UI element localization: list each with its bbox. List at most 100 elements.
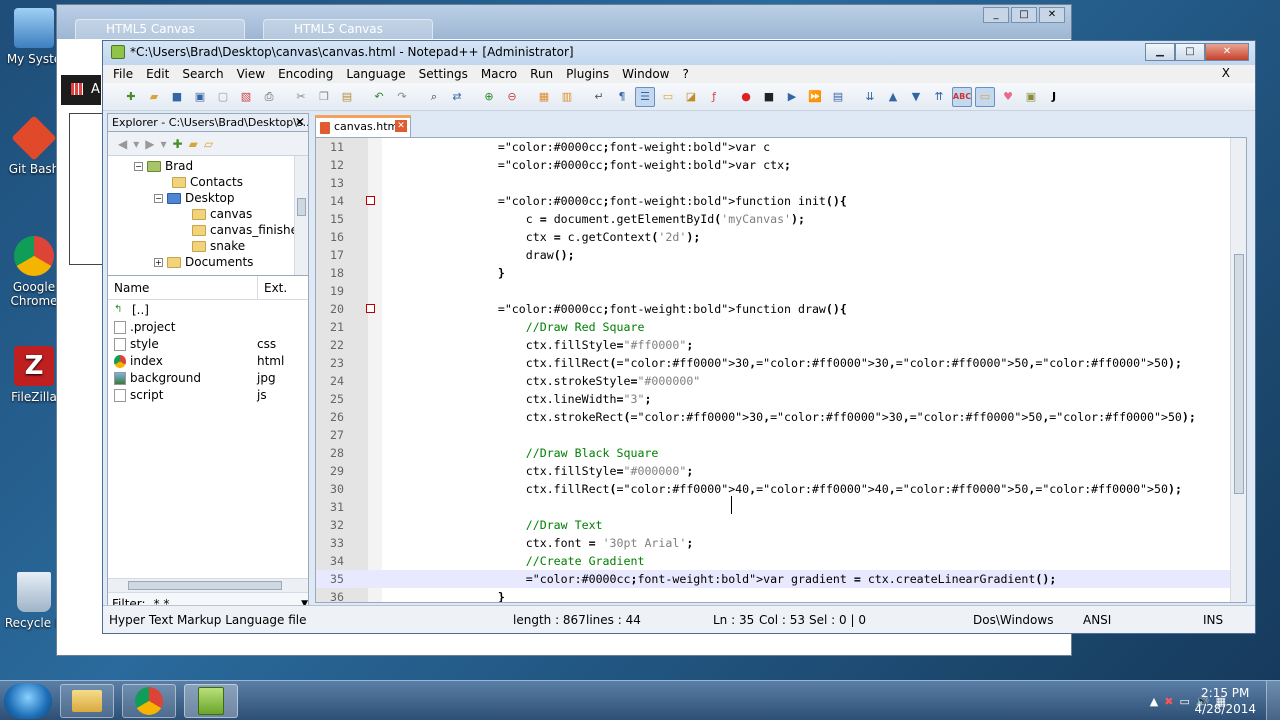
code-line[interactable]: 33 ctx.font = '30pt Arial';	[316, 534, 1232, 552]
code-line[interactable]: 14 ="color:#0000cc;font-weight:bold">fun…	[316, 192, 1232, 210]
code-text[interactable]: ctx.fillRect(="color:#ff0000">30,="color…	[442, 354, 1182, 372]
file-row[interactable]: script js	[114, 387, 304, 403]
menu-macro[interactable]: Macro	[481, 67, 517, 81]
copy-icon[interactable]: ❐	[314, 87, 334, 107]
browser-tab[interactable]: HTML5 Canvas	[75, 19, 245, 39]
zoom-out-icon[interactable]: ⊖	[502, 87, 522, 107]
code-line[interactable]: 25 ctx.lineWidth="3";	[316, 390, 1232, 408]
new-folder-icon[interactable]: ▰	[189, 137, 198, 151]
file-row[interactable]: style css	[114, 336, 304, 352]
new-file-icon[interactable]: ✚	[173, 137, 183, 151]
code-text[interactable]: ctx.fillStyle="#000000";	[442, 462, 694, 480]
file-list-scrollbar[interactable]	[108, 578, 308, 592]
scrollbar-thumb[interactable]	[128, 581, 282, 590]
code-text[interactable]: ctx.strokeStyle="#000000"	[442, 372, 701, 390]
file-row[interactable]: background jpg	[114, 370, 304, 386]
tree-item-brad[interactable]: − Brad	[134, 159, 193, 173]
code-text[interactable]: ="color:#0000cc;font-weight:bold">functi…	[442, 192, 847, 210]
editor-scrollbar[interactable]	[1230, 138, 1246, 602]
word-wrap-icon[interactable]: ↵	[589, 87, 609, 107]
tree-item-desktop[interactable]: − Desktop	[154, 191, 235, 205]
collapse-icon[interactable]: −	[154, 193, 163, 203]
plugin-icon[interactable]: ▣	[1021, 87, 1041, 107]
indent-guide-icon[interactable]: ☰	[635, 86, 655, 107]
code-line[interactable]: 36 }	[316, 588, 1232, 602]
code-line[interactable]: 21 //Draw Red Square	[316, 318, 1232, 336]
code-line[interactable]: 13	[316, 174, 1232, 192]
print-icon[interactable]: ⎙	[259, 87, 279, 107]
code-line[interactable]: 31	[316, 498, 1232, 516]
code-text[interactable]: //Draw Red Square	[442, 318, 645, 336]
close-icon[interactable]: ✕	[295, 115, 305, 129]
desktop-icon-git-bash[interactable]: Git Bash	[4, 115, 64, 176]
paste-icon[interactable]: ▤	[337, 87, 357, 107]
down-arrow-icon[interactable]: ▼	[906, 87, 926, 107]
udl-icon[interactable]: ▭	[658, 87, 678, 107]
code-text[interactable]: c = document.getElementById('myCanvas');	[442, 210, 805, 228]
fold-all-icon[interactable]: ⇊	[860, 87, 880, 107]
up-arrow-icon[interactable]: ▲	[883, 87, 903, 107]
menu-edit[interactable]: Edit	[146, 67, 169, 81]
code-line[interactable]: 16 ctx = c.getContext('2d');	[316, 228, 1232, 246]
code-text[interactable]: ="color:#0000cc;font-weight:bold">var ct…	[442, 156, 791, 174]
code-text[interactable]: draw();	[442, 246, 575, 264]
clock[interactable]: 2:15 PM 4/28/2014	[1194, 685, 1256, 717]
chevron-down-icon[interactable]: ▾	[161, 137, 167, 151]
close-file-icon[interactable]: ▢	[213, 87, 233, 107]
collapse-icon[interactable]: −	[134, 161, 143, 171]
code-line[interactable]: 34 //Create Gradient	[316, 552, 1232, 570]
code-line[interactable]: 32 //Draw Text	[316, 516, 1232, 534]
close-all-icon[interactable]: ▧	[236, 87, 256, 107]
find-icon[interactable]: ⌕	[424, 87, 444, 107]
code-text[interactable]: ctx.font = '30pt Arial';	[442, 534, 694, 552]
code-line[interactable]: 12 ="color:#0000cc;font-weight:bold">var…	[316, 156, 1232, 174]
close-icon[interactable]: ✕	[1039, 7, 1065, 23]
code-text[interactable]: ctx.lineWidth="3";	[442, 390, 652, 408]
code-text[interactable]: ctx.strokeRect(="color:#ff0000">30,="col…	[442, 408, 1196, 426]
scrollbar-thumb[interactable]	[1234, 254, 1244, 494]
network-warning-icon[interactable]: ✖	[1164, 695, 1173, 708]
code-line[interactable]: 18 }	[316, 264, 1232, 282]
apps-icon[interactable]	[71, 83, 83, 95]
tree-item-canvas[interactable]: canvas	[192, 207, 252, 221]
code-line[interactable]: 28 //Draw Black Square	[316, 444, 1232, 462]
menu-search[interactable]: Search	[182, 67, 223, 81]
code-line[interactable]: 24 ctx.strokeStyle="#000000"	[316, 372, 1232, 390]
code-text[interactable]: ="color:#0000cc;font-weight:bold">var gr…	[442, 570, 1057, 588]
tree-item-canvas-finished[interactable]: canvas_finished	[192, 223, 306, 237]
open-file-icon[interactable]: ▰	[144, 87, 164, 107]
taskbar-explorer[interactable]	[60, 684, 114, 718]
code-line[interactable]: 19	[316, 282, 1232, 300]
code-line[interactable]: 26 ctx.strokeRect(="color:#ff0000">30,="…	[316, 408, 1232, 426]
record-macro-icon[interactable]: ●	[736, 87, 756, 107]
minimize-icon[interactable]: _	[983, 7, 1009, 23]
code-text[interactable]: //Draw Black Square	[442, 444, 659, 462]
code-text[interactable]: //Draw Text	[442, 516, 603, 534]
play-multiple-icon[interactable]: ⏩	[805, 87, 825, 107]
browser-tab-active[interactable]: HTML5 Canvas	[263, 19, 433, 39]
code-line[interactable]: 23 ctx.fillRect(="color:#ff0000">30,="co…	[316, 354, 1232, 372]
code-text[interactable]: ="color:#0000cc;font-weight:bold">functi…	[442, 300, 847, 318]
clipboard-history-icon[interactable]: ▭	[975, 86, 995, 107]
code-line[interactable]: 29 ctx.fillStyle="#000000";	[316, 462, 1232, 480]
sync-horizontal-icon[interactable]: ▥	[557, 87, 577, 107]
code-line[interactable]: 35 ="color:#0000cc;font-weight:bold">var…	[316, 570, 1232, 588]
start-button[interactable]	[4, 683, 52, 719]
menu-help[interactable]: ?	[682, 67, 688, 81]
menu-view[interactable]: View	[237, 67, 265, 81]
maximize-button[interactable]: □	[1175, 43, 1205, 61]
jslint-icon[interactable]: J	[1044, 87, 1064, 107]
save-all-icon[interactable]: ▣	[190, 87, 210, 107]
sync-vertical-icon[interactable]: ▦	[534, 87, 554, 107]
tree-item-documents[interactable]: + Documents	[154, 255, 253, 269]
maximize-icon[interactable]: □	[1011, 7, 1037, 23]
tab-canvas-html[interactable]: canvas.html ✕	[315, 115, 411, 137]
code-line[interactable]: 30 ctx.fillRect(="color:#ff0000">40,="co…	[316, 480, 1232, 498]
code-line[interactable]: 17 draw();	[316, 246, 1232, 264]
desktop-icon-recycle-bin[interactable]: Recycle B	[4, 572, 64, 630]
save-macro-icon[interactable]: ▤	[828, 87, 848, 107]
taskbar-notepad-plus-plus[interactable]	[184, 684, 238, 718]
show-desktop-button[interactable]	[1266, 681, 1280, 720]
code-text[interactable]: }	[442, 264, 505, 282]
show-hidden-icons-icon[interactable]: ▲	[1150, 695, 1158, 708]
